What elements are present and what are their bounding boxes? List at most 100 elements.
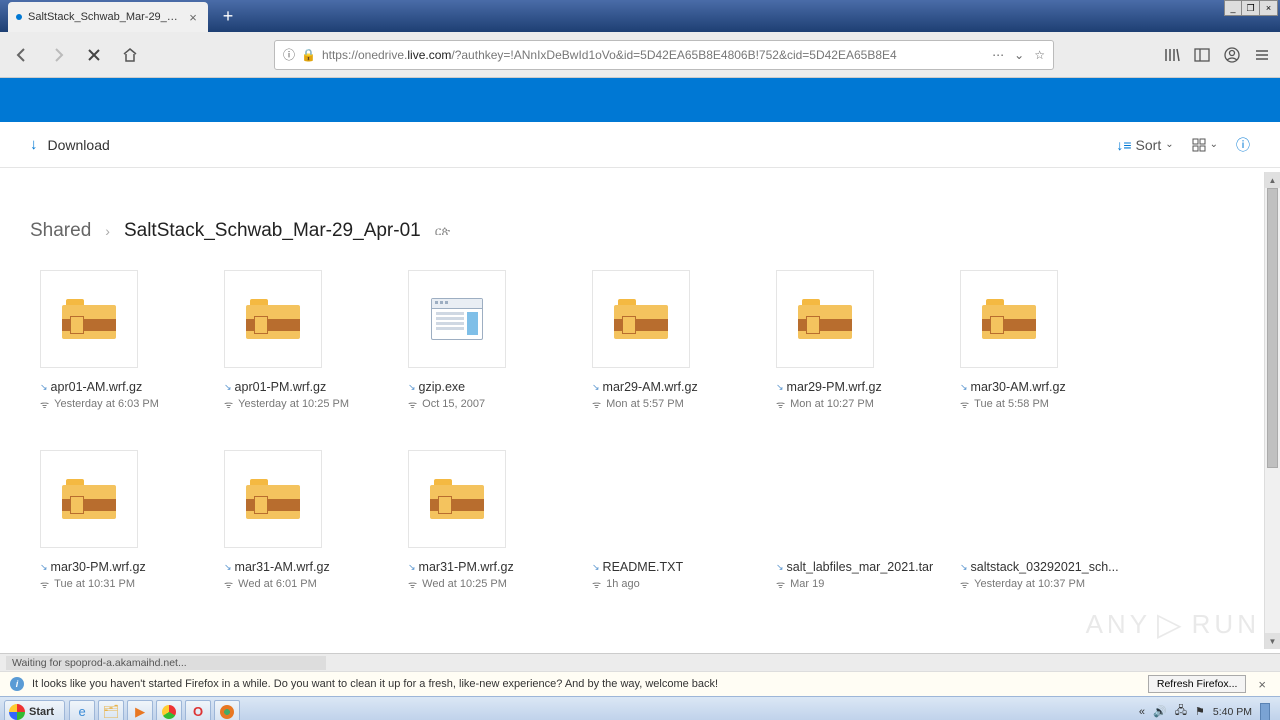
url-text: https://onedrive.live.com/?authkey=!ANnI… — [322, 48, 986, 62]
window-titlebar: SaltStack_Schwab_Mar-29_Apr-01 × + _ ❐ × — [0, 0, 1280, 32]
download-label: Download — [48, 137, 110, 153]
stop-button[interactable] — [82, 43, 106, 67]
archive-icon — [246, 299, 300, 339]
shortcut-arrow-icon: ↘ — [592, 562, 600, 573]
shortcut-arrow-icon: ↘ — [40, 382, 48, 393]
archive-icon — [430, 479, 484, 519]
refresh-firefox-button[interactable]: Refresh Firefox... — [1148, 675, 1247, 693]
shared-people-icon: ᯤ — [408, 577, 417, 591]
info-icon[interactable]: ⓘ — [283, 46, 295, 63]
file-thumbnail — [224, 450, 322, 548]
chevron-right-icon: › — [105, 223, 110, 239]
file-thumbnail — [960, 270, 1058, 368]
file-tile[interactable]: ↘apr01-AM.wrf.gzᯤYesterday at 6:03 PM — [30, 270, 214, 450]
file-thumbnail — [592, 270, 690, 368]
menu-icon[interactable] — [1254, 47, 1270, 63]
library-icon[interactable] — [1164, 47, 1180, 63]
sort-icon: ↓≡ — [1116, 137, 1131, 153]
shortcut-arrow-icon: ↘ — [776, 562, 784, 573]
file-timestamp: 1h ago — [606, 578, 640, 590]
archive-icon — [798, 299, 852, 339]
browser-toolbar: ⓘ 🔒 https://onedrive.live.com/?authkey=!… — [0, 32, 1280, 78]
taskbar-chrome-icon[interactable] — [156, 700, 182, 720]
taskbar-clock[interactable]: 5:40 PM — [1213, 706, 1252, 718]
grid-view-icon — [1192, 138, 1206, 152]
pocket-icon[interactable]: ⌄ — [1014, 48, 1024, 62]
new-tab-button[interactable]: + — [214, 2, 242, 30]
taskbar-ie-icon[interactable]: e — [69, 700, 95, 720]
forward-button[interactable] — [46, 43, 70, 67]
info-icon: i — [10, 677, 24, 691]
archive-icon — [614, 299, 668, 339]
info-button[interactable]: ⓘ — [1236, 135, 1250, 155]
file-timestamp: Yesterday at 10:25 PM — [238, 398, 349, 410]
taskbar-explorer-icon[interactable]: 🗂 — [98, 700, 124, 720]
onedrive-appbar — [0, 78, 1280, 122]
close-notification-button[interactable]: × — [1254, 677, 1270, 692]
browser-tab[interactable]: SaltStack_Schwab_Mar-29_Apr-01 × — [8, 2, 208, 32]
sort-label: Sort — [1136, 137, 1162, 153]
file-tile[interactable]: ↘salt_labfiles_mar_2021.tarᯤMar 19 — [766, 450, 950, 630]
scroll-thumb[interactable] — [1267, 188, 1278, 468]
taskbar-media-icon[interactable]: ▶ — [127, 700, 153, 720]
file-thumbnail — [776, 270, 874, 368]
scroll-down-button[interactable]: ▼ — [1265, 633, 1280, 649]
tab-close-button[interactable]: × — [186, 10, 200, 24]
shared-icon: ርጵ — [435, 224, 450, 239]
tab-favicon-icon — [16, 14, 22, 20]
taskbar-firefox-icon[interactable] — [214, 700, 240, 720]
sidebar-icon[interactable] — [1194, 47, 1210, 63]
file-tile[interactable]: ↘apr01-PM.wrf.gzᯤYesterday at 10:25 PM — [214, 270, 398, 450]
tray-show-desktop[interactable] — [1260, 703, 1270, 720]
tab-title: SaltStack_Schwab_Mar-29_Apr-01 — [28, 11, 180, 23]
windows-logo-icon — [9, 704, 25, 720]
file-tile[interactable]: ↘mar30-PM.wrf.gzᯤTue at 10:31 PM — [30, 450, 214, 630]
shortcut-arrow-icon: ↘ — [960, 562, 968, 573]
file-tile[interactable]: ↘mar29-PM.wrf.gzᯤMon at 10:27 PM — [766, 270, 950, 450]
shortcut-arrow-icon: ↘ — [592, 382, 600, 393]
home-button[interactable] — [118, 43, 142, 67]
file-timestamp: Mon at 10:27 PM — [790, 398, 874, 410]
vertical-scrollbar[interactable]: ▲ ▼ — [1264, 172, 1280, 649]
account-icon[interactable] — [1224, 47, 1240, 63]
file-timestamp: Wed at 10:25 PM — [422, 578, 507, 590]
file-tile[interactable]: ↘mar29-AM.wrf.gzᯤMon at 5:57 PM — [582, 270, 766, 450]
shortcut-arrow-icon: ↘ — [224, 382, 232, 393]
file-grid: ↘apr01-AM.wrf.gzᯤYesterday at 6:03 PM↘ap… — [30, 270, 1250, 630]
file-name: mar29-PM.wrf.gz — [787, 380, 882, 394]
close-window-button[interactable]: × — [1260, 0, 1278, 16]
file-tile[interactable]: ↘saltstack_03292021_sch...ᯤYesterday at … — [950, 450, 1134, 630]
notification-text: It looks like you haven't started Firefo… — [32, 678, 718, 690]
scroll-up-button[interactable]: ▲ — [1265, 172, 1280, 188]
file-name: apr01-AM.wrf.gz — [51, 380, 143, 394]
file-tile[interactable]: ↘mar30-AM.wrf.gzᯤTue at 5:58 PM — [950, 270, 1134, 450]
restore-button[interactable]: ❐ — [1242, 0, 1260, 16]
file-tile[interactable]: ↘mar31-AM.wrf.gzᯤWed at 6:01 PM — [214, 450, 398, 630]
file-name: mar31-AM.wrf.gz — [235, 560, 330, 574]
tray-volume-icon[interactable]: 🔊 — [1153, 705, 1167, 718]
breadcrumb: Shared › SaltStack_Schwab_Mar-29_Apr-01 … — [30, 220, 1250, 242]
bookmark-star-icon[interactable]: ☆ — [1034, 48, 1045, 62]
file-tile[interactable]: ↘mar31-PM.wrf.gzᯤWed at 10:25 PM — [398, 450, 582, 630]
archive-icon — [62, 479, 116, 519]
status-text: Waiting for spoprod-a.akamaihd.net... — [6, 656, 326, 670]
page-actions-icon[interactable]: ⋯ — [992, 48, 1004, 62]
breadcrumb-root[interactable]: Shared — [30, 220, 91, 242]
file-tile[interactable]: ↘gzip.exeᯤOct 15, 2007 — [398, 270, 582, 450]
tray-flag-icon[interactable]: ⚑ — [1195, 705, 1205, 718]
tray-network-icon[interactable]: 🖧 — [1175, 702, 1187, 720]
shortcut-arrow-icon: ↘ — [224, 562, 232, 573]
address-bar[interactable]: ⓘ 🔒 https://onedrive.live.com/?authkey=!… — [274, 40, 1054, 70]
start-button[interactable]: Start — [4, 700, 65, 720]
status-bar: Waiting for spoprod-a.akamaihd.net... — [0, 653, 1280, 671]
back-button[interactable] — [10, 43, 34, 67]
file-thumbnail — [224, 270, 322, 368]
file-tile[interactable]: ↘README.TXTᯤ1h ago — [582, 450, 766, 630]
minimize-button[interactable]: _ — [1224, 0, 1242, 16]
download-button[interactable]: ↓ Download — [30, 136, 110, 153]
tray-expand-icon[interactable]: « — [1139, 706, 1145, 718]
view-button[interactable]: ⌄ — [1192, 138, 1218, 152]
sort-button[interactable]: ↓≡ Sort ⌄ — [1116, 137, 1173, 153]
file-thumbnail — [40, 270, 138, 368]
taskbar-opera-icon[interactable]: O — [185, 700, 211, 720]
